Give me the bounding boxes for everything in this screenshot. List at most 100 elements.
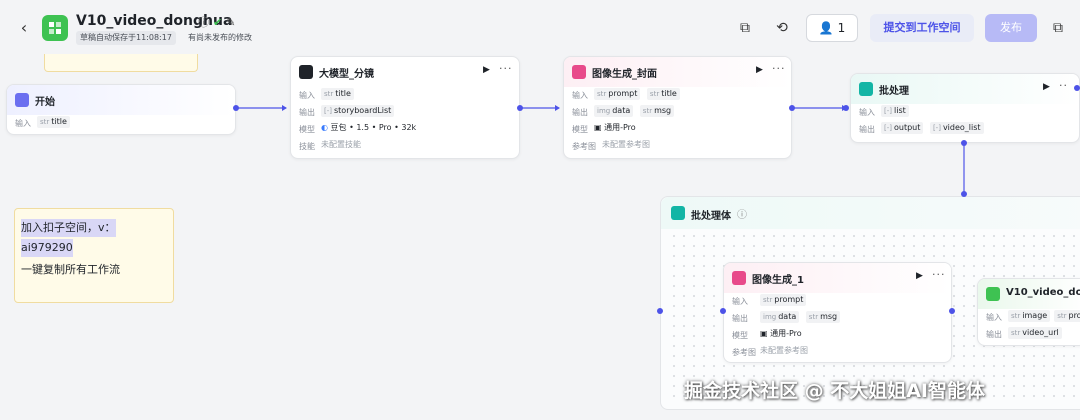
type-label: img [597, 107, 611, 115]
node-title: 图像生成_1 [752, 275, 804, 286]
input-tag: strpromp [1054, 310, 1080, 322]
tag-name: title [51, 117, 67, 126]
wire-arrow [282, 105, 287, 111]
model-name: 豆包 • 1.5 • Pro • 32k [330, 123, 417, 132]
model-avatar-icon: ▣ [760, 329, 768, 338]
tag-name: video_url [1022, 328, 1059, 337]
sticky-line-1: 加入扣子空间，v： [21, 219, 116, 237]
llm-icon [299, 65, 313, 79]
input-tag: str title [646, 88, 680, 100]
type-label: str [649, 90, 660, 98]
input-tag: str title [321, 88, 354, 100]
group-input-port[interactable] [961, 191, 967, 197]
type-label: str [763, 296, 773, 304]
batch-body-port[interactable] [961, 140, 967, 146]
tag-name: image [1022, 311, 1048, 320]
tag-name: msg [820, 312, 838, 321]
node-title: 开始 [35, 97, 55, 108]
history-icon[interactable]: ⟲ [772, 15, 792, 41]
node-batch[interactable]: 批处理 ▶ ·· 输入 [-] list 输出 [-] output [-] video… [850, 73, 1080, 143]
output-port[interactable] [517, 105, 523, 111]
top-bar: ‹ V10_video_donghua ⓘ ✔ ✎ 草稿自动保存于11:08:17 … [0, 0, 1080, 56]
output-tag: img data [760, 311, 800, 323]
group-title: 批处理体 [691, 211, 731, 222]
output-tag: [-] output [881, 122, 924, 134]
model-name: 通用-Pro [604, 123, 636, 132]
run-icon[interactable]: ▶ [1043, 82, 1050, 92]
sticky-note-text: 加入扣子空间，v： ai979290 一键复制所有工作流 [21, 217, 120, 279]
tag-name: promp [1068, 311, 1080, 320]
tag-name: data [778, 312, 797, 321]
sticky-note-partial[interactable] [44, 54, 198, 72]
output-port[interactable] [789, 105, 795, 111]
tag-name: title [661, 89, 677, 98]
sticky-line-3: 一键复制所有工作流 [21, 263, 120, 276]
autosave-badge: 草稿自动保存于11:08:17 [76, 31, 176, 45]
input-tag: str prompt [760, 294, 807, 306]
type-label: [-] [932, 124, 941, 132]
workflow-app-icon [42, 15, 68, 41]
ref-label: 参考图 [732, 348, 756, 357]
type-label: [-] [884, 107, 892, 115]
output-port[interactable] [233, 105, 239, 111]
node-title: V10_video_don [1006, 287, 1080, 298]
copy-icon[interactable]: ⧉ [735, 15, 755, 41]
input-tag: str title [37, 116, 70, 128]
run-icon[interactable]: ▶ [756, 65, 763, 75]
type-label: str [40, 118, 50, 126]
input-label: 输入 [732, 297, 748, 306]
output-port[interactable] [949, 308, 955, 314]
node-image-cover[interactable]: 图像生成_封面 ▶ ··· 输入 str prompt str title 输出 i… [563, 56, 792, 159]
submit-to-workspace-button[interactable]: 提交到工作空间 [870, 14, 974, 42]
input-tag: [-] list [881, 105, 909, 117]
run-icon[interactable]: ▶ [483, 65, 490, 75]
output-label: 输出 [732, 314, 748, 323]
info-icon[interactable]: ⓘ [737, 206, 747, 221]
node-title: 批处理 [879, 86, 909, 97]
node-start[interactable]: 开始 输入 str title [6, 84, 236, 135]
skill-value: 未配置技能 [321, 140, 361, 149]
batch-icon [671, 206, 685, 220]
tag-name: storyboardList [334, 106, 392, 115]
model-label: 模型 [732, 331, 748, 340]
input-port[interactable] [720, 308, 726, 314]
more-icon[interactable]: ··· [932, 268, 946, 281]
duplicate-icon[interactable]: ⧉ [1048, 15, 1068, 41]
tag-name: video_list [942, 123, 981, 132]
output-tag: str video_url [1008, 327, 1062, 339]
more-icon[interactable]: ··· [499, 62, 513, 75]
node-image-1[interactable]: 图像生成_1 ▶ ··· 输入 str prompt 输出 img data str… [723, 262, 952, 363]
chevron-left-icon[interactable]: ‹ [16, 18, 32, 38]
info-icon[interactable]: ⓘ [198, 16, 209, 29]
workflow-icon [986, 287, 1000, 301]
node-llm-storyboard[interactable]: 大模型_分镜 ▶ ··· 输入 str title 输出 [-] storyboardL… [290, 56, 520, 159]
node-video-workflow[interactable]: V10_video_don 输入 strimagestrpromp 输出 str… [977, 278, 1080, 346]
collaborators-button[interactable]: 👤 1 [806, 14, 858, 42]
image-icon [572, 65, 586, 79]
input-label: 输入 [859, 108, 875, 117]
output-port[interactable] [1074, 85, 1080, 91]
output-label: 输出 [986, 330, 1002, 339]
output-tag: [-] video_list [929, 122, 984, 134]
node-title: 图像生成_封面 [592, 69, 657, 80]
model-label: 模型 [572, 125, 588, 134]
model-label: 模型 [299, 125, 315, 134]
input-port[interactable] [843, 105, 849, 111]
output-label: 输出 [299, 108, 315, 117]
edit-icon[interactable]: ✎ [226, 16, 235, 29]
publish-button[interactable]: 发布 [985, 14, 1037, 42]
more-icon[interactable]: ··· [772, 62, 786, 75]
input-tag: str prompt [594, 88, 641, 100]
run-icon[interactable]: ▶ [916, 271, 923, 281]
input-label: 输入 [986, 313, 1002, 322]
input-label: 输入 [15, 119, 31, 128]
ref-value: 未配置参考图 [760, 346, 808, 355]
output-tag: str msg [805, 311, 841, 323]
type-label: img [763, 313, 777, 321]
sticky-note[interactable]: 加入扣子空间，v： ai979290 一键复制所有工作流 [14, 208, 174, 303]
more-icon[interactable]: ·· [1059, 79, 1068, 92]
output-label: 输出 [859, 125, 875, 134]
node-title: 大模型_分镜 [319, 69, 374, 80]
model-avatar-icon: ▣ [594, 123, 602, 132]
group-start-port[interactable] [657, 308, 663, 314]
